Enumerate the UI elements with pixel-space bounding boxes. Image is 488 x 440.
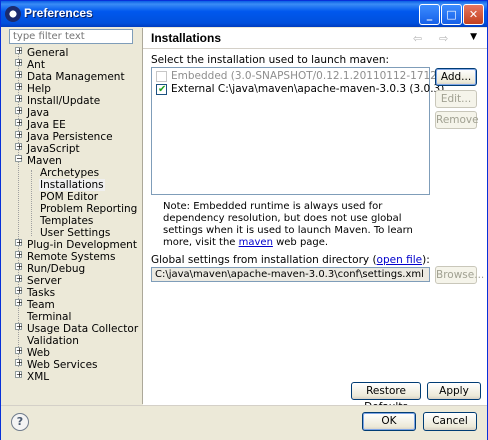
expand-icon[interactable]: + (15, 359, 23, 367)
embedded-runtime-note: Note: Embedded runtime is always used fo… (163, 201, 433, 249)
expand-icon[interactable]: + (15, 95, 23, 103)
expand-icon[interactable]: + (15, 287, 23, 295)
browse-button[interactable]: Browse... (435, 266, 484, 284)
installation-label: Embedded (3.0-SNAPSHOT/0.12.1.20110112-1… (171, 70, 441, 82)
minimize-button[interactable]: _ (419, 4, 440, 25)
expand-icon[interactable]: + (15, 323, 23, 331)
expand-icon[interactable]: + (15, 263, 23, 271)
page-title: Installations (151, 31, 222, 45)
tree-item-label: Maven (27, 155, 62, 167)
window-title: Preferences (24, 6, 93, 20)
tree-item-label: Team (27, 299, 55, 311)
edit-button[interactable]: Edit... (435, 90, 477, 108)
tree-item-label: User Settings (40, 227, 111, 239)
tree-item-label: Templates (40, 215, 94, 227)
expand-icon[interactable]: + (15, 119, 23, 127)
tree-item-label: Web Services (27, 359, 98, 371)
note-text-end: web page. (272, 237, 329, 248)
tree-item-label: Usage Data Collector (27, 323, 139, 335)
tree-item-label: Run/Debug (27, 263, 86, 275)
global-settings-text: Global settings from installation direct… (151, 254, 377, 266)
preferences-dialog: Preferences _ □ ✕ + General + Ant + Data Ma… (0, 0, 488, 440)
tree-item-label: Validation (27, 335, 79, 347)
apply-button[interactable]: Apply (427, 382, 481, 400)
expand-icon[interactable]: + (15, 47, 23, 55)
ok-button[interactable]: OK (362, 412, 416, 431)
cancel-button[interactable]: Cancel (423, 412, 477, 431)
external-checkbox[interactable]: ✔ (156, 84, 167, 95)
tree-item-label: Tasks (27, 287, 56, 299)
expand-icon[interactable]: + (15, 251, 23, 259)
tree-item-label: Remote Systems (27, 251, 116, 263)
installation-label: External C:\java\maven\apache-maven-3.0.… (171, 83, 445, 95)
maximize-button[interactable]: □ (441, 4, 462, 25)
expand-icon[interactable]: + (15, 275, 23, 283)
view-menu-icon[interactable]: ▼ (470, 32, 477, 42)
collapse-icon[interactable]: − (15, 155, 23, 163)
expand-icon[interactable]: + (15, 143, 23, 151)
add-button[interactable]: Add... (435, 68, 477, 86)
remove-button[interactable]: Remove (435, 111, 479, 129)
filter-input[interactable] (9, 29, 133, 44)
global-settings-field[interactable]: C:\java\maven\apache-maven-3.0.3\conf\se… (151, 267, 430, 282)
expand-icon[interactable]: + (15, 83, 23, 91)
open-file-link[interactable]: open file (377, 254, 423, 266)
restore-defaults-button[interactable]: Restore Defaults (351, 382, 421, 413)
checkmark-icon: ✔ (158, 84, 167, 95)
expand-icon[interactable]: + (15, 299, 23, 307)
tree-item-label: Problem Reporting (40, 203, 138, 215)
eclipse-icon (5, 6, 21, 22)
tree-item-label: General (27, 47, 69, 59)
tree-item-label: Plug-in Development (27, 239, 137, 251)
expand-icon[interactable]: + (15, 371, 23, 379)
tree-item-label: POM Editor (40, 191, 99, 203)
tree-item-label: Web (27, 347, 50, 359)
expand-icon[interactable]: + (15, 107, 23, 115)
close-button[interactable]: ✕ (463, 4, 484, 25)
tree-item-label: XML (27, 371, 50, 383)
embedded-checkbox[interactable] (156, 71, 167, 82)
forward-arrow-icon[interactable]: ⇨ (439, 32, 448, 45)
help-icon[interactable]: ? (11, 413, 29, 431)
tree-item-label: Java (27, 107, 50, 119)
page-header: Installations ⇦ ⇨ ▼ (143, 28, 487, 49)
installations-description: Select the installation used to launch m… (151, 54, 390, 66)
tree-item-label: Installations (39, 179, 105, 191)
maven-link[interactable]: maven (239, 237, 273, 248)
tree-item-label: Archetypes (40, 167, 100, 179)
expand-icon[interactable]: + (15, 131, 23, 139)
tree-item-label: Data Management (27, 71, 125, 83)
installations-list[interactable]: Embedded (3.0-SNAPSHOT/0.12.1.20110112-1… (151, 67, 444, 195)
expand-icon[interactable]: + (15, 59, 23, 67)
tree-item-label: Ant (27, 59, 45, 71)
tree-item-label: Server (27, 275, 62, 287)
tree-item-label: Java EE (27, 119, 66, 131)
global-settings-text-end: ): (422, 254, 430, 266)
expand-icon[interactable]: + (15, 239, 23, 247)
expand-icon[interactable]: + (15, 347, 23, 355)
tree-item-label: Java Persistence (27, 131, 113, 143)
tree-item-label: Install/Update (27, 95, 101, 107)
tree-guide-line (31, 170, 32, 236)
global-settings-label: Global settings from installation direct… (151, 254, 430, 266)
tree-item-label: Terminal (27, 311, 72, 323)
dialog-button-bar: ? OK Cancel (1, 405, 487, 440)
title-bar[interactable]: Preferences _ □ ✕ (1, 1, 487, 27)
back-arrow-icon[interactable]: ⇦ (413, 32, 422, 45)
expand-icon[interactable]: + (15, 71, 23, 79)
tree-item-label: JavaScript (27, 143, 80, 155)
tree-item-label: Help (27, 83, 51, 95)
